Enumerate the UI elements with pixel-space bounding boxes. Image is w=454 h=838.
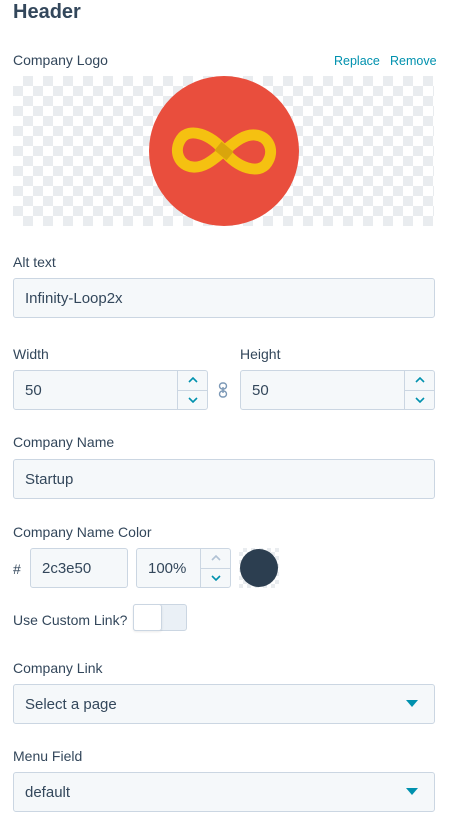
chevron-down-icon [210,575,221,581]
company-name-input[interactable]: Startup [13,459,435,499]
menu-field-label: Menu Field [13,748,83,764]
height-value: 50 [252,381,269,399]
opacity-increment-button[interactable] [201,549,230,568]
company-name-color-label: Company Name Color [13,524,152,540]
menu-field-selected: default [25,783,71,801]
company-link-select[interactable]: Select a page [13,684,435,724]
company-link-selected: Select a page [25,695,117,713]
alt-text-label: Alt text [13,254,56,270]
opacity-input[interactable]: 100% [136,548,231,588]
chevron-down-icon [414,397,425,403]
aspect-ratio-lock[interactable] [218,382,228,403]
color-swatch-button[interactable] [239,548,279,588]
chevron-up-icon [210,555,221,561]
section-title: Header [13,1,81,23]
chevron-up-icon [187,377,198,383]
height-input[interactable]: 50 [240,370,435,410]
width-stepper [177,371,207,409]
remove-logo-link[interactable]: Remove [390,54,437,68]
logo-preview [13,76,434,226]
company-logo-image [149,76,299,226]
link-icon [218,382,228,398]
replace-logo-link[interactable]: Replace [334,54,380,68]
toggle-knob [133,604,162,631]
height-label: Height [240,346,281,362]
hex-color-input[interactable]: 2c3e50 [30,548,128,588]
color-swatch [240,549,278,587]
chevron-up-icon [414,377,425,383]
opacity-stepper [200,549,230,587]
company-link-label: Company Link [13,660,103,676]
custom-link-label: Use Custom Link? [13,612,128,628]
height-stepper [404,371,434,409]
opacity-decrement-button[interactable] [201,567,230,588]
caret-down-icon [406,788,418,795]
width-value: 50 [25,381,42,399]
custom-link-toggle[interactable] [133,604,187,631]
menu-field-select[interactable]: default [13,772,435,812]
chevron-down-icon [187,397,198,403]
width-input[interactable]: 50 [13,370,208,410]
hash-symbol: # [13,561,21,577]
height-increment-button[interactable] [405,371,434,390]
opacity-value: 100% [148,559,187,577]
alt-text-input[interactable]: Infinity-Loop2x [13,278,435,318]
width-increment-button[interactable] [178,371,207,390]
width-label: Width [13,346,49,362]
company-name-label: Company Name [13,434,115,450]
width-decrement-button[interactable] [178,389,207,410]
company-logo-label: Company Logo [13,52,108,68]
height-decrement-button[interactable] [405,389,434,410]
caret-down-icon [406,700,418,707]
